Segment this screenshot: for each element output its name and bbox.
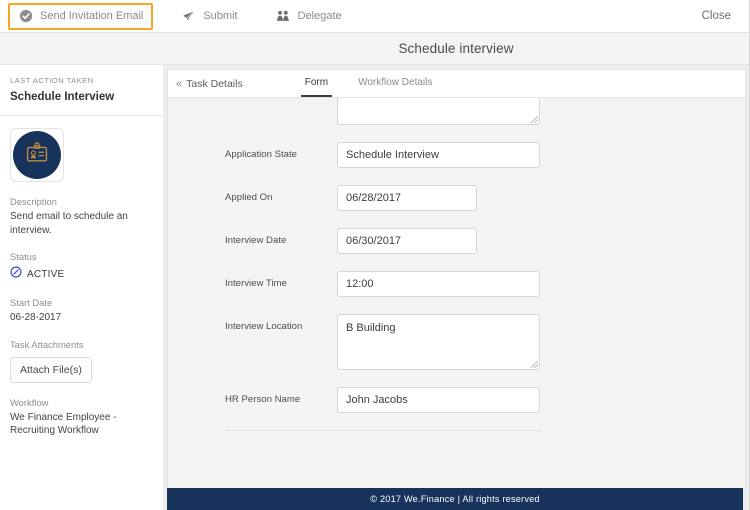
form-card: « Task Details Form Workflow Details App… (167, 69, 746, 488)
interview-location-label: Interview Location (225, 321, 303, 332)
clipped-field-control[interactable] (337, 98, 540, 125)
delegate-button[interactable]: Delegate (266, 3, 352, 30)
task-details-label: Task Details (186, 77, 243, 90)
field-row-application-state: Application State (168, 142, 745, 168)
id-badge-icon (24, 140, 50, 171)
hr-person-name-label: HR Person Name (225, 394, 301, 405)
description-value: Send email to schedule an interview. (10, 211, 128, 236)
tabs-bar: « Task Details Form Workflow Details (168, 70, 745, 98)
last-action-section: LAST ACTION TAKEN Schedule Interview (0, 65, 163, 116)
workflow-value: We Finance Employee - Recruiting Workflo… (10, 411, 117, 437)
tab-workflow-details-label: Workflow Details (358, 77, 433, 88)
status-value: ACTIVE (27, 268, 65, 280)
last-action-name: Schedule Interview (10, 91, 115, 103)
page-title: Schedule interview (398, 41, 514, 56)
page-footer: © 2017 We.Finance | All rights reserved (167, 488, 743, 510)
application-state-label: Application State (225, 149, 297, 160)
paper-plane-icon (181, 9, 196, 24)
interview-date-control[interactable] (337, 228, 477, 254)
status-badge: ACTIVE (10, 265, 153, 283)
action-toolbar: Send Invitation Email Submit Delegate Cl… (0, 0, 749, 33)
field-row-applied-on: Applied On (168, 185, 745, 211)
applied-on-input[interactable] (337, 185, 477, 211)
close-button[interactable]: Close (696, 6, 737, 26)
send-invitation-email-label: Send Invitation Email (40, 10, 144, 22)
form-divider (225, 430, 541, 431)
send-invitation-email-button[interactable]: Send Invitation Email (8, 2, 154, 30)
field-row-interview-time: Interview Time (168, 271, 745, 297)
field-row-interview-location: Interview Location (168, 314, 745, 370)
field-row-hr-person-name: HR Person Name (168, 387, 745, 413)
task-form-window: Send Invitation Email Submit Delegate Cl… (0, 0, 750, 510)
task-summary: Description Send email to schedule an in… (0, 116, 163, 510)
task-sidebar: LAST ACTION TAKEN Schedule Interview Des… (0, 65, 163, 510)
interview-time-label: Interview Time (225, 278, 287, 289)
delegate-label: Delegate (297, 10, 342, 22)
task-details-toggle[interactable]: « Task Details (176, 70, 301, 97)
start-date-label: Start Date (10, 297, 53, 308)
task-avatar (10, 128, 64, 182)
last-action-kicker: LAST ACTION TAKEN (10, 76, 94, 85)
interview-date-label: Interview Date (225, 235, 287, 246)
hr-person-name-input[interactable] (337, 387, 540, 413)
field-row-clipped (168, 98, 745, 125)
group-people-icon (276, 9, 291, 24)
status-label: Status (10, 251, 37, 262)
page-title-bar: Schedule interview (0, 33, 749, 65)
check-circle-icon (18, 9, 33, 24)
interview-location-textarea[interactable] (337, 314, 540, 370)
content-region: « Task Details Form Workflow Details App… (163, 65, 749, 510)
interview-location-control[interactable] (337, 314, 540, 370)
avatar-circle (13, 131, 61, 179)
applied-on-label: Applied On (225, 192, 273, 203)
submit-button[interactable]: Submit (171, 3, 247, 30)
hr-person-name-control[interactable] (337, 387, 540, 413)
interview-time-control[interactable] (337, 271, 540, 297)
double-chevron-left-icon: « (176, 77, 182, 90)
applied-on-control[interactable] (337, 185, 477, 211)
application-state-control[interactable] (337, 142, 540, 168)
task-attachments-label: Task Attachments (10, 338, 84, 350)
form-scroll-area[interactable]: Application State Applied On (168, 98, 745, 488)
tab-form-label: Form (304, 77, 329, 88)
start-date-value: 06-28-2017 (10, 312, 62, 323)
clock-circle-icon (10, 265, 22, 283)
description-label: Description (10, 196, 57, 207)
workflow-label: Workflow (10, 396, 49, 408)
tab-workflow-details[interactable]: Workflow Details (354, 70, 436, 97)
interview-time-input[interactable] (337, 271, 540, 297)
body-region: LAST ACTION TAKEN Schedule Interview Des… (0, 65, 749, 510)
attach-files-button[interactable]: Attach File(s) (10, 356, 92, 383)
application-state-input[interactable] (337, 142, 540, 168)
submit-label: Submit (203, 10, 238, 22)
form-fields: Application State Applied On (168, 98, 745, 431)
interview-date-input[interactable] (337, 228, 477, 254)
tab-form[interactable]: Form (300, 70, 333, 97)
clipped-textarea[interactable] (337, 98, 540, 125)
field-row-interview-date: Interview Date (168, 228, 745, 254)
